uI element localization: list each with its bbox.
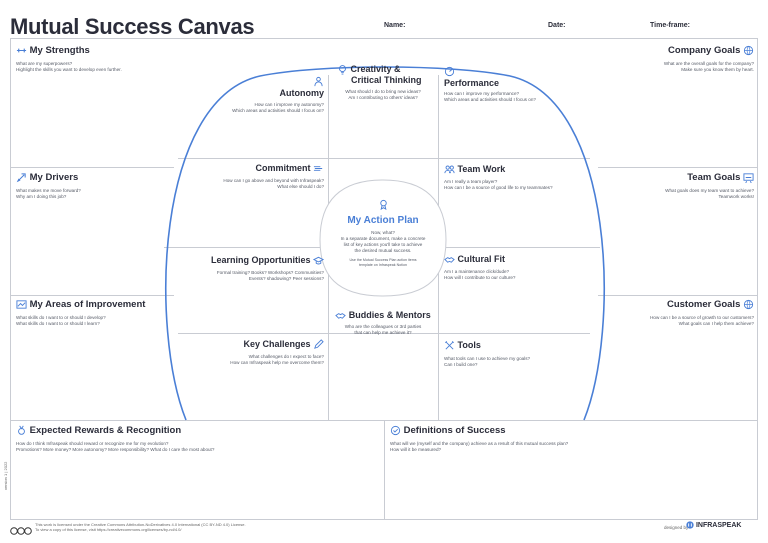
infraspeak-logo-icon — [686, 521, 694, 529]
globe-icon — [743, 45, 754, 56]
award-icon — [378, 199, 389, 211]
learning-desc: Formal training? Books? Workshops? Commu… — [216, 270, 324, 281]
medal-icon — [16, 425, 27, 436]
challenges-title: Key Challenges — [243, 339, 324, 350]
team-goals-desc: What goals does my team want to achieve?… — [665, 188, 754, 199]
company-goals-title: Company Goals — [668, 45, 754, 56]
people-icon — [444, 164, 455, 175]
performance-desc: How can I improve my performance? Which a… — [444, 91, 536, 102]
definitions-title: Definitions of Success — [390, 425, 506, 436]
teamwork-title: Team Work — [444, 164, 505, 175]
strength-icon — [16, 45, 27, 56]
handshake-icon — [444, 254, 455, 265]
strengths-desc: What are my superpowers? Highlight the sk… — [16, 61, 122, 72]
definitions-desc: What will we (myself and the company) ac… — [390, 441, 569, 452]
commitment-desc: How can I go above and beyond with Infra… — [223, 178, 324, 189]
speed-icon — [313, 163, 324, 174]
learning-title: Learning Opportunities — [211, 255, 324, 266]
cultural-fit-title: Cultural Fit — [444, 254, 505, 265]
improvement-title: My Areas of Improvement — [16, 299, 145, 310]
cc-license-badge — [10, 522, 32, 540]
buddies-title: Buddies & Mentors — [330, 310, 436, 321]
improvement-desc: What skills do I want to or should I dev… — [16, 315, 106, 326]
performance-title: Performance — [444, 66, 499, 88]
drivers-title: My Drivers — [16, 172, 78, 183]
commitment-title: Commitment — [255, 163, 324, 174]
challenges-desc: What challenges do I expect to face? How … — [230, 354, 324, 365]
teamwork-desc: Am I really a team player? How can I be a… — [444, 179, 553, 190]
buddies-desc: Who are the colleagues or 3rd parties tha… — [344, 324, 422, 335]
rewards-desc: How do I think Infraspeak should reward … — [16, 441, 215, 452]
cultural-fit-desc: Am I a maintenance click/dude? How will I… — [444, 269, 516, 280]
action-plan-note: Use the Mutual Success Plan action items… — [349, 258, 417, 267]
tools-title: Tools — [444, 340, 481, 351]
action-plan-title: My Action Plan — [347, 215, 419, 226]
drivers-desc: What makes me move forward? Why am I doin… — [16, 188, 81, 199]
gauge-icon — [444, 66, 455, 77]
bulb-icon — [337, 64, 348, 75]
handshake-icon — [335, 310, 347, 321]
tools-icon — [444, 340, 455, 351]
strengths-title: My Strengths — [16, 45, 90, 56]
company-goals-desc: What are the overall goals for the compa… — [663, 61, 754, 72]
customer-goals-title: Customer Goals — [667, 299, 754, 310]
pencil-icon — [313, 339, 324, 350]
tools-desc: What tools can I use to achieve my goals… — [444, 356, 531, 367]
autonomy-title: Autonomy — [280, 76, 324, 98]
action-plan: My Action Plan Now, what? In a separate … — [322, 196, 444, 267]
check-icon — [390, 425, 401, 436]
board-icon — [743, 172, 754, 183]
version-label: version 1 | 2022 — [3, 461, 8, 490]
designed-by-label: designed by — [664, 525, 689, 530]
action-plan-desc: Now, what? In a separate document, make … — [340, 230, 426, 253]
creativity-title: Creativity & Critical Thinking — [337, 64, 422, 85]
customer-goals-desc: How can I be a source of growth to our c… — [650, 315, 754, 326]
license-text: This work is licensed under the Creative… — [35, 522, 246, 532]
autonomy-desc: How can I improve my autonomy? Which area… — [232, 102, 324, 113]
rewards-title: Expected Rewards & Recognition — [16, 425, 181, 436]
rocket-icon — [16, 172, 27, 183]
creativity-desc: What should I do to bring new ideas? Am I… — [345, 89, 421, 100]
chart-icon — [16, 299, 27, 310]
brand-logo: INFRASPEAK — [686, 521, 741, 529]
person-icon — [313, 76, 324, 87]
globe-icon — [743, 299, 754, 310]
team-goals-title: Team Goals — [687, 172, 754, 183]
